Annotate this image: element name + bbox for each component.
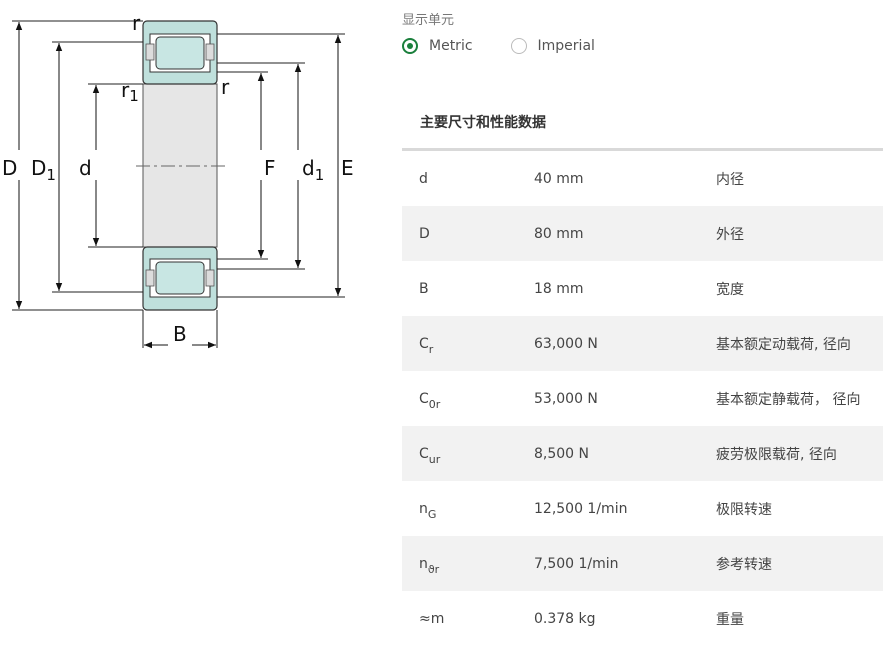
spec-symbol: Cur (402, 445, 534, 466)
spec-symbol-main: B (419, 280, 429, 297)
spec-value: 8,500 N (534, 445, 590, 462)
spec-value: 40 mm (534, 170, 584, 187)
unit-option-label: Imperial (537, 38, 595, 54)
table-row: ≈m 0.378 kg 重量 (402, 591, 883, 646)
spec-symbol: ≈m (402, 611, 534, 627)
label-r-right: r (221, 75, 230, 99)
units-title: 显示单元 (402, 13, 455, 28)
unit-option-metric[interactable]: Metric (402, 38, 473, 54)
spec-value: 63,000 N (534, 335, 598, 352)
spec-description: 基本额定静载荷， 径向 (716, 391, 861, 408)
table-row: B 18 mm 宽度 (402, 261, 883, 316)
label-r-top: r (132, 11, 141, 35)
label-r1: r1 (121, 78, 139, 105)
spec-symbol: nϑr (402, 555, 534, 576)
section-title: 主要尺寸和性能数据 (420, 115, 546, 131)
bearing-dimension-drawing: r r1 r D D1 d F d1 E B (0, 0, 370, 360)
roller-bottom (155, 261, 205, 295)
table-row: d 40 mm 内径 (402, 151, 883, 206)
spec-symbol-subscript: ur (428, 452, 441, 466)
spec-value: 7,500 1/min (534, 555, 619, 572)
spec-description: 基本额定动载荷, 径向 (716, 336, 851, 353)
table-row: Cur 8,500 N 疲劳极限载荷, 径向 (402, 426, 883, 481)
spec-symbol: nG (402, 500, 534, 521)
label-E: E (341, 156, 354, 180)
label-F: F (264, 156, 276, 180)
unit-selector: Metric Imperial (402, 38, 633, 54)
label-B: B (173, 322, 187, 346)
spec-symbol-subscript: 0r (428, 397, 441, 411)
bearing-section-bottom (142, 246, 218, 311)
bearing-cross-section: r r1 r D D1 d F d1 E B (2, 11, 356, 349)
table-row: Cr 63,000 N 基本额定动载荷, 径向 (402, 316, 883, 371)
spec-description: 疲劳极限载荷, 径向 (716, 446, 837, 463)
spec-description: 宽度 (716, 281, 744, 298)
spec-symbol: d (402, 171, 534, 187)
unit-option-label: Metric (429, 38, 473, 54)
spec-description: 外径 (716, 226, 744, 243)
table-row: nϑr 7,500 1/min 参考转速 (402, 536, 883, 591)
spec-description: 内径 (716, 171, 744, 188)
spec-symbol-main: d (419, 170, 428, 187)
spec-symbol: Cr (402, 335, 534, 356)
spec-symbol-subscript: ϑr (427, 562, 440, 576)
spec-value: 0.378 kg (534, 610, 596, 627)
spec-symbol-main: C (419, 335, 429, 352)
spec-description: 参考转速 (716, 556, 772, 573)
spec-value: 80 mm (534, 225, 584, 242)
spec-symbol-subscript: G (427, 507, 437, 521)
label-d: d (79, 156, 92, 180)
spec-symbol-main: n (419, 500, 428, 517)
bearing-section-top (142, 20, 218, 85)
spec-symbol-main: C (419, 390, 429, 407)
spec-description: 极限转速 (716, 501, 772, 518)
table-row: C0r 53,000 N 基本额定静载荷， 径向 (402, 371, 883, 426)
spec-description: 重量 (716, 611, 744, 628)
spec-symbol: C0r (402, 390, 534, 411)
spec-value: 53,000 N (534, 390, 598, 407)
table-row: nG 12,500 1/min 极限转速 (402, 481, 883, 536)
spec-symbol-main: D (419, 225, 430, 242)
radio-selected-icon[interactable] (402, 38, 418, 54)
spec-symbol-subscript: r (428, 342, 434, 356)
spec-value: 18 mm (534, 280, 584, 297)
unit-option-imperial[interactable]: Imperial (510, 38, 595, 54)
spec-symbol: B (402, 281, 534, 297)
roller-top (155, 36, 205, 70)
label-D: D (2, 156, 17, 180)
radio-unselected-icon[interactable] (510, 38, 527, 54)
table-row: D 80 mm 外径 (402, 206, 883, 261)
spec-value: 12,500 1/min (534, 500, 628, 517)
spec-symbol-main: C (419, 445, 429, 462)
spec-symbol-main: n (419, 555, 428, 572)
spec-symbol-main: ≈m (419, 610, 445, 627)
spec-symbol: D (402, 226, 534, 242)
spec-table: d 40 mm 内径 D 80 mm 外径 B 18 mm 宽度 Cr 63,000 N 基本额定动载… (402, 151, 883, 646)
